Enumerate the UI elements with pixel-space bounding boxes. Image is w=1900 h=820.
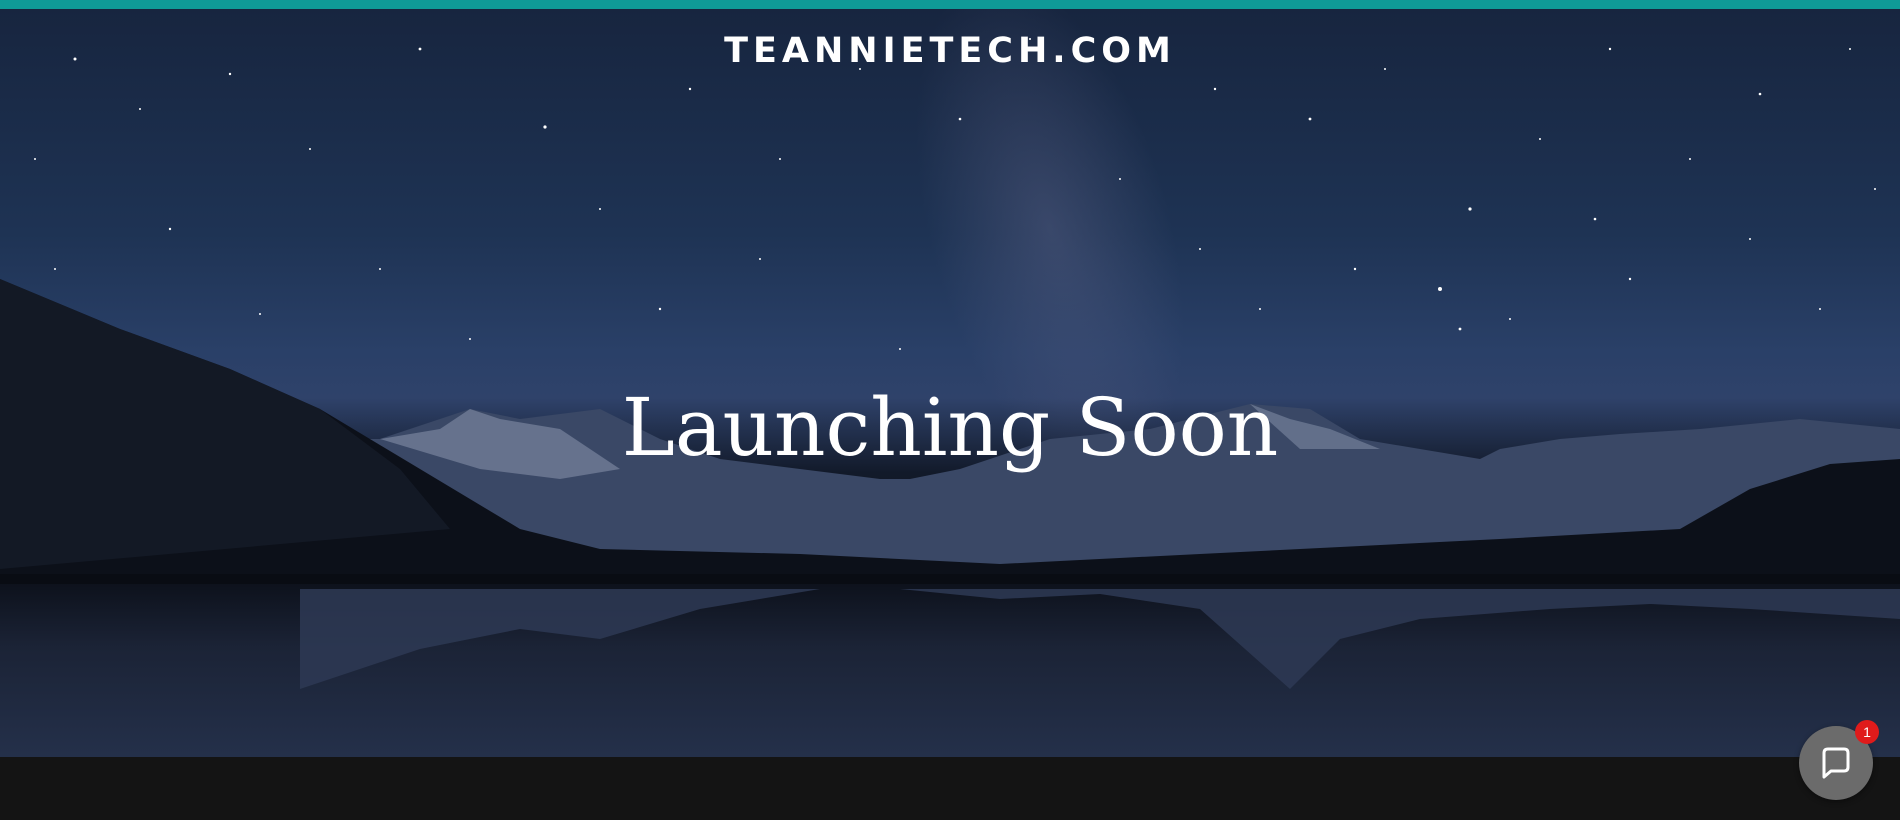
site-title[interactable]: TEANNIETECH.COM — [0, 31, 1900, 71]
page: TEANNIETECH.COM Launching Soon 1 — [0, 0, 1900, 820]
chat-widget-button[interactable]: 1 — [1799, 720, 1879, 800]
unread-count-badge: 1 — [1855, 720, 1879, 744]
chat-bubble-icon — [1822, 747, 1850, 779]
footer-band — [0, 757, 1900, 820]
top-accent-bar — [0, 0, 1900, 9]
hero-headline: Launching Soon — [621, 381, 1279, 474]
hero-section: TEANNIETECH.COM Launching Soon — [0, 9, 1900, 757]
